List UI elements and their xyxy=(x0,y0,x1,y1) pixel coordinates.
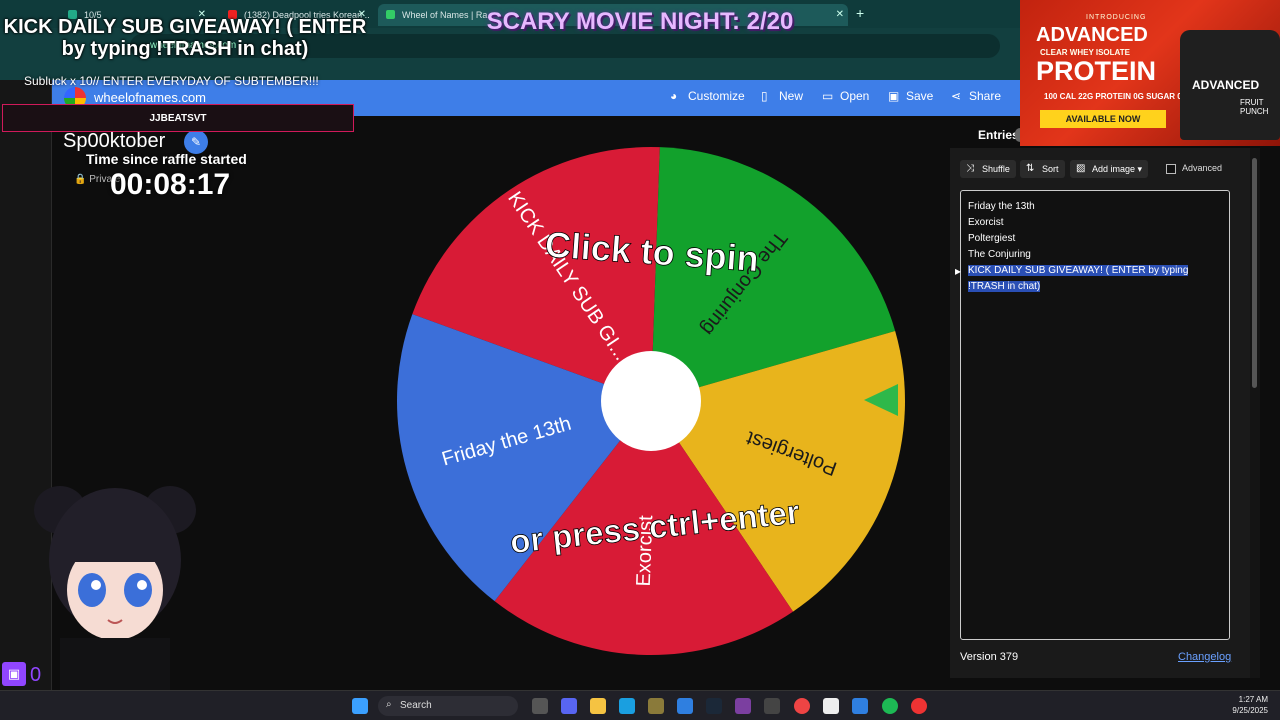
chrome-icon[interactable] xyxy=(794,698,810,714)
giveaway-overlay: KICK DAILY SUB GIVEAWAY! ( ENTER by typi… xyxy=(3,16,367,60)
ad-product: PROTEIN xyxy=(1036,56,1157,86)
shuffle-button[interactable]: ⤨ Shuffle xyxy=(960,160,1016,178)
new-tab-icon[interactable]: + xyxy=(856,5,864,21)
subluck-overlay: Subluck x 10// ENTER EVERYDAY OF SUBTEMB… xyxy=(24,74,319,88)
spin-wheel[interactable]: KICK DAILY SUB GI... The ConjuringPolterg… xyxy=(396,146,906,656)
changelog-link[interactable]: Changelog xyxy=(1178,651,1231,663)
entries-textarea[interactable]: Friday the 13th Exorcist Poltergiest The… xyxy=(960,190,1230,640)
protein-ad: INTRODUCING ADVANCED CLEAR WHEY ISOLATE … xyxy=(1020,0,1280,146)
raffle-timer: 00:08:17 xyxy=(110,168,231,201)
save-icon: ▣ xyxy=(888,89,900,103)
shuffle-icon: ⤨ xyxy=(966,163,974,174)
sort-button[interactable]: ⇅ Sort xyxy=(1020,160,1065,178)
tab-entries[interactable]: Entries xyxy=(978,128,1019,142)
new-button[interactable]: ▯ New xyxy=(761,89,803,103)
share-icon: ⋖ xyxy=(951,89,962,103)
discord-icon[interactable] xyxy=(561,698,577,714)
ad-brand: ADVANCED xyxy=(1036,24,1148,46)
share-button[interactable]: ⋖ Share xyxy=(951,89,1001,103)
windows-taskbar: ⌕ Search 1:27 AM 9/25/2025 xyxy=(0,690,1280,720)
save-button[interactable]: ▣ Save xyxy=(888,89,933,103)
twitch-icon: ▣ xyxy=(2,662,26,686)
wheel-title: Sp00ktober xyxy=(63,130,166,152)
customize-button[interactable]: ◕ Customize xyxy=(670,89,745,103)
settings-icon[interactable] xyxy=(764,698,780,714)
entry-line: Friday the 13th xyxy=(968,201,1035,212)
ad-tub-flavor: FRUIT PUNCH xyxy=(1240,98,1269,116)
spotify-icon[interactable] xyxy=(882,698,898,714)
raffle-label: Time since raffle started xyxy=(86,151,247,167)
advanced-label: Advanced xyxy=(1182,163,1223,173)
entry-line: The Conjuring xyxy=(968,249,1031,260)
app-icon[interactable] xyxy=(735,698,751,714)
app-icon[interactable] xyxy=(677,698,693,714)
open-button[interactable]: ▭ Open xyxy=(822,89,869,103)
vtuber-avatar xyxy=(34,486,196,690)
task-view-icon[interactable] xyxy=(532,698,548,714)
site-domain[interactable]: wheelofnames.com xyxy=(94,90,206,105)
clock-time: 1:27 AM xyxy=(1238,695,1268,704)
movie-night-banner: SCARY MOVIE NIGHT: 2/20 xyxy=(486,8,794,35)
app-icon[interactable] xyxy=(911,698,927,714)
twitch-count: 0 xyxy=(30,664,42,686)
advanced-checkbox[interactable] xyxy=(1166,164,1176,174)
app-icon[interactable] xyxy=(852,698,868,714)
palette-icon: ◕ xyxy=(670,89,678,103)
entry-line: Exorcist xyxy=(968,217,1004,228)
image-icon: ▨ xyxy=(1076,163,1086,174)
entry-line-selected: KICK DAILY SUB GIVEAWAY! ( ENTER by typi… xyxy=(968,265,1189,292)
entry-line: Poltergiest xyxy=(968,233,1016,244)
panel-scrollbar[interactable] xyxy=(1250,148,1260,678)
search-icon: ⌕ xyxy=(386,699,392,710)
edge-icon[interactable] xyxy=(619,698,635,714)
file-explorer-icon[interactable] xyxy=(590,698,606,714)
screen: 10/5 ✕ (1382) Deadpool tries Korean ... … xyxy=(0,0,1280,720)
start-icon[interactable] xyxy=(352,698,368,714)
ad-tub-brand: ADVANCED xyxy=(1192,78,1260,92)
version-label: Version 379 xyxy=(960,651,1019,663)
wheel-center[interactable] xyxy=(601,351,701,451)
ad-intro: INTRODUCING xyxy=(1086,14,1147,21)
app-icon[interactable] xyxy=(823,698,839,714)
sort-icon: ⇅ xyxy=(1026,163,1035,174)
app-icon[interactable] xyxy=(648,698,664,714)
taskbar-search[interactable]: ⌕ Search xyxy=(378,696,518,716)
folder-icon: ▭ xyxy=(822,89,834,103)
steam-icon[interactable] xyxy=(706,698,722,714)
mouse-cursor-icon: ▸ xyxy=(955,264,962,278)
entries-panel: ⤨ Shuffle ⇅ Sort ▨ Add image ▾ Advanced Fri… xyxy=(950,148,1260,678)
tab-close-icon[interactable]: ✕ xyxy=(836,9,844,20)
file-icon: ▯ xyxy=(761,89,768,103)
streamer-name-bar: JJBEATSVT xyxy=(2,104,354,132)
wheel-favicon-icon xyxy=(386,10,395,19)
add-image-button[interactable]: ▨ Add image ▾ xyxy=(1070,160,1149,178)
scrollbar-thumb[interactable] xyxy=(1252,158,1257,388)
clock-date: 9/25/2025 xyxy=(1232,706,1268,715)
ad-cta: AVAILABLE NOW xyxy=(1040,110,1166,128)
